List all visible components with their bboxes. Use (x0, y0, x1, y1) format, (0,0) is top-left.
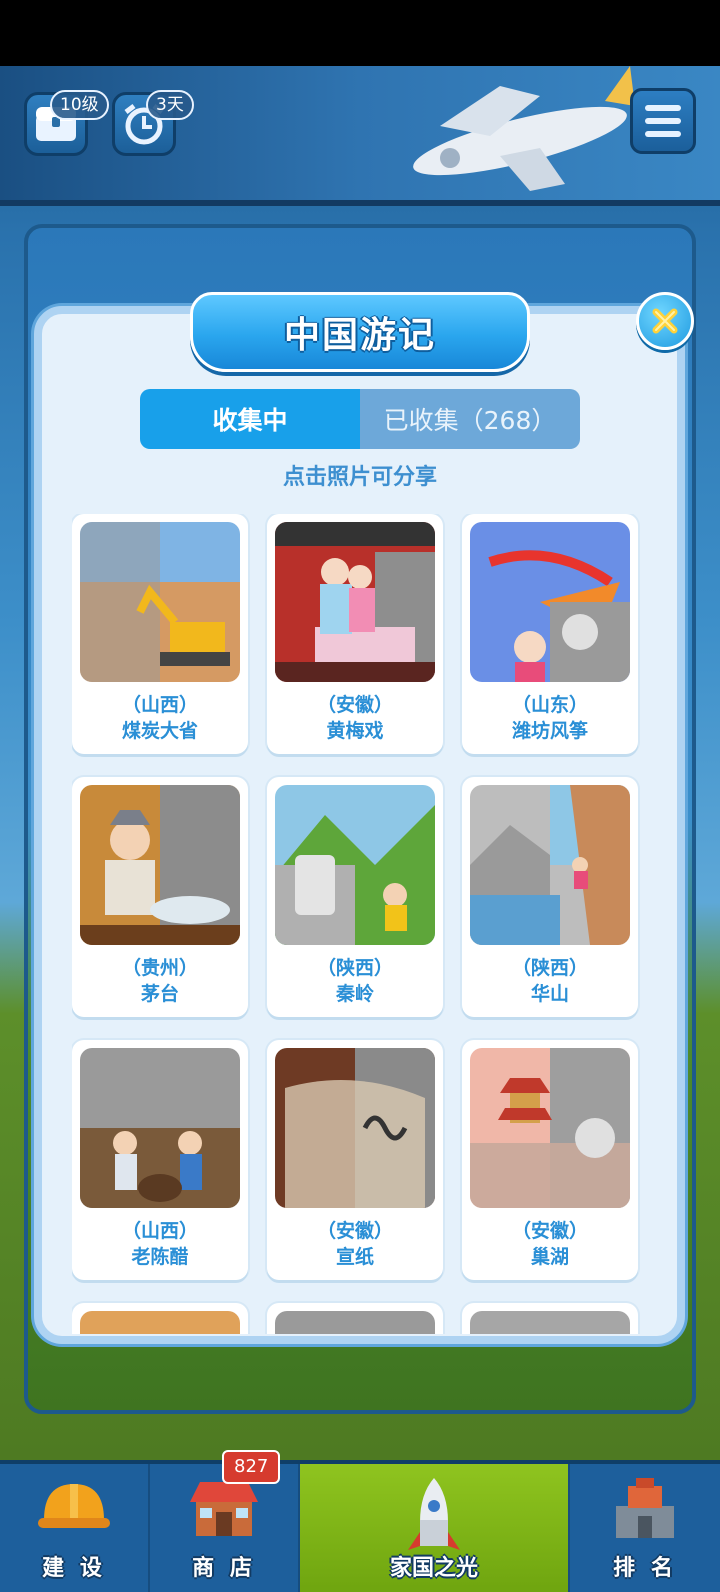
card-region: （安徽） (511, 1220, 588, 1242)
photo-grid: （山西） 煤炭大省 （安徽） 黄梅戏 （山东） 潍坊风筝 （贵州） 茅台 （陕西… (72, 514, 646, 1334)
card-region: （安徽） (316, 1220, 393, 1242)
partial-photo[interactable] (275, 1311, 435, 1334)
close-icon (652, 308, 678, 334)
photo-card[interactable]: （贵州） 茅台 (72, 777, 248, 1017)
shop-count-badge: 827 (222, 1450, 281, 1484)
photo-card-partial[interactable] (267, 1303, 443, 1334)
photo-card[interactable]: （安徽） 宣纸 (267, 1040, 443, 1280)
cliff-path-photo[interactable] (470, 785, 630, 945)
nav-label: 建 设 (42, 1556, 106, 1581)
partial-photo[interactable] (80, 1311, 240, 1334)
opera-stage-photo[interactable] (275, 522, 435, 682)
photo-card-partial[interactable] (72, 1303, 248, 1334)
card-name: 华山 (530, 983, 569, 1005)
mountain-stone-photo[interactable] (275, 785, 435, 945)
ranking-icon (616, 1478, 674, 1538)
collection-tabs: 收集中 已收集（268） (140, 389, 580, 449)
menu-button[interactable] (630, 88, 696, 154)
card-region: （陕西） (316, 957, 393, 979)
partial-photo[interactable] (470, 1311, 630, 1334)
card-name: 黄梅戏 (326, 720, 384, 742)
card-name: 宣纸 (335, 1246, 374, 1268)
bottom-nav: 建 设 商 店 家国之光 排 名 (0, 1460, 720, 1592)
photo-card[interactable]: （山西） 煤炭大省 (72, 514, 248, 754)
kite-festival-photo[interactable] (470, 522, 630, 682)
card-name: 潍坊风筝 (511, 720, 588, 742)
tab-collecting[interactable]: 收集中 (140, 389, 360, 449)
modal-title: 中国游记 (283, 315, 436, 356)
days-badge: 3天 (146, 90, 194, 120)
photo-card[interactable]: （山西） 老陈醋 (72, 1040, 248, 1280)
card-region: （安徽） (316, 694, 393, 716)
hardhat-icon (38, 1484, 110, 1528)
liquor-brewing-photo[interactable] (80, 785, 240, 945)
card-name: 秦岭 (335, 983, 374, 1005)
photo-card[interactable]: （安徽） 黄梅戏 (267, 514, 443, 754)
nav-label: 排 名 (613, 1556, 677, 1581)
pagoda-lake-photo[interactable] (470, 1048, 630, 1208)
photo-card-partial[interactable] (462, 1303, 638, 1334)
shop-icon (190, 1482, 258, 1536)
card-name: 茅台 (140, 983, 179, 1005)
status-bar (0, 0, 720, 66)
nav-ranking[interactable]: 排 名 (570, 1464, 720, 1592)
nav-home-light[interactable]: 家国之光 (300, 1464, 570, 1592)
excavator-desert-photo[interactable] (80, 522, 240, 682)
airplane-icon (413, 66, 635, 191)
calligraphy-paper-photo[interactable] (275, 1048, 435, 1208)
menu-icon-bar (645, 118, 681, 124)
photo-card[interactable]: （陕西） 华山 (462, 777, 638, 1017)
card-region: （山西） (121, 1220, 198, 1242)
level-badge: 10级 (50, 90, 109, 120)
modal-title-banner: 中国游记 (190, 292, 530, 372)
card-name: 巢湖 (530, 1246, 569, 1268)
card-name: 老陈醋 (131, 1246, 189, 1268)
rocket-icon (408, 1478, 460, 1550)
card-region: （山东） (511, 694, 588, 716)
nav-build[interactable]: 建 设 (0, 1464, 150, 1592)
card-region: （贵州） (121, 957, 198, 979)
card-name: 煤炭大省 (121, 720, 198, 742)
share-hint: 点击照片可分享 (282, 465, 437, 490)
vinegar-workshop-photo[interactable] (80, 1048, 240, 1208)
photo-card[interactable]: （安徽） 巢湖 (462, 1040, 638, 1280)
tab-collected[interactable]: 已收集（268） (360, 389, 580, 449)
close-button[interactable] (636, 292, 694, 350)
nav-label: 商 店 (192, 1556, 256, 1581)
menu-icon-bar (645, 105, 681, 111)
photo-card[interactable]: （山东） 潍坊风筝 (462, 514, 638, 754)
card-region: （山西） (121, 694, 198, 716)
card-region: （陕西） (511, 957, 588, 979)
photo-card[interactable]: （陕西） 秦岭 (267, 777, 443, 1017)
menu-icon-bar (645, 131, 681, 137)
